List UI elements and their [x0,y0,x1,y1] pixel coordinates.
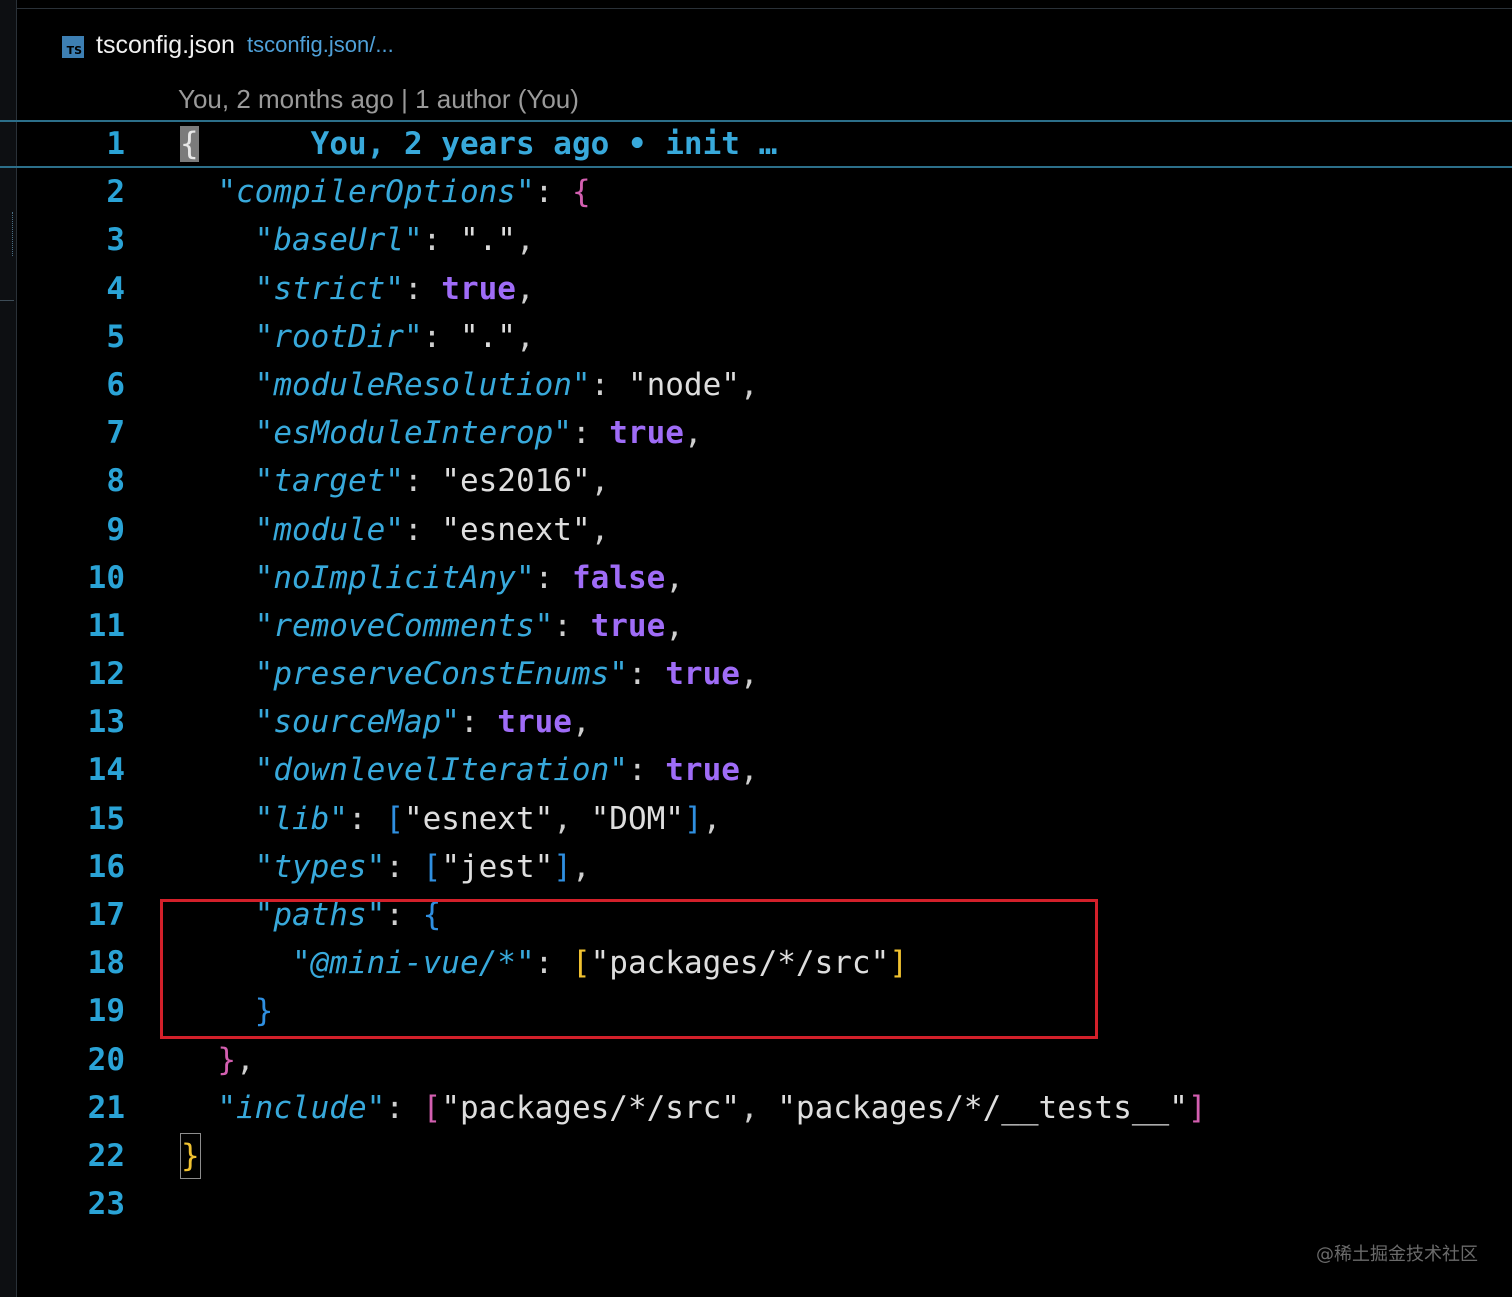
json-boolean: false [571,559,666,596]
file-name[interactable]: tsconfig.json [96,31,235,60]
git-codelens[interactable]: You, 2 months ago | 1 author (You) [178,84,579,115]
json-string: "jest" [441,848,554,885]
json-boolean: true [665,656,740,693]
line-number: 23 [87,1186,125,1223]
json-string: "DOM" [590,800,684,837]
json-boolean: true [590,607,666,644]
line-number: 12 [87,656,125,693]
line-number: 20 [87,1041,125,1078]
line-number: 7 [106,415,125,452]
json-string: "." [459,222,516,259]
typescript-file-icon: TS [62,36,84,58]
line-number: 1 [106,126,125,162]
code-line[interactable]: 4 "strict": true, [0,265,1512,313]
json-string: "packages/*/__tests__" [777,1089,1188,1126]
code-line[interactable]: 16 "types": ["jest"], [0,843,1512,891]
line-number: 14 [87,752,125,789]
json-key: "rootDir" [254,318,423,355]
json-key: "types" [254,848,386,885]
json-boolean: true [441,270,516,307]
json-boolean: true [497,704,572,741]
json-key: "target" [254,463,404,500]
line-number: 3 [106,222,125,259]
json-string: "es2016" [441,463,591,500]
json-key: "lib" [254,800,348,837]
editor-breadcrumb-bar[interactable]: TS tsconfig.json tsconfig.json/... [62,28,394,62]
code-line[interactable]: 1 { You, 2 years ago • init … [0,120,1512,169]
watermark: @稀土掘金技术社区 [1316,1244,1478,1265]
json-key: "baseUrl" [254,222,423,259]
line-number: 11 [87,607,125,644]
code-line[interactable]: 23 [0,1180,1512,1228]
matching-bracket: } [180,1132,201,1179]
divider [16,8,1512,9]
code-line[interactable]: 11 "removeComments": true, [0,602,1512,650]
json-key: "downlevelIteration" [254,752,628,789]
line-number: 4 [106,270,125,307]
annotation-highlight-box [160,899,1098,1039]
json-key: "module" [254,511,404,548]
json-string: "esnext" [403,800,554,837]
code-line[interactable]: 21 "include": ["packages/*/src", "packag… [0,1084,1512,1132]
json-boolean: true [609,415,684,452]
line-number: 15 [87,800,125,837]
json-string: "node" [627,366,740,403]
line-number: 19 [87,993,125,1030]
line-number: 16 [87,848,125,885]
code-line[interactable]: 5 "rootDir": ".", [0,313,1512,361]
json-key: "esModuleInterop" [254,415,572,452]
line-number: 6 [106,366,125,403]
code-line[interactable]: 3 "baseUrl": ".", [0,216,1512,264]
code-editor[interactable]: 1 { You, 2 years ago • init … 2 "compile… [0,120,1512,1228]
inline-blame[interactable]: You, 2 years ago • init … [311,126,778,162]
line-number: 17 [87,897,125,933]
json-string: "esnext" [441,511,591,548]
code-line[interactable]: 20 }, [0,1036,1512,1084]
file-path[interactable]: tsconfig.json/... [247,32,394,58]
line-number: 2 [106,174,125,211]
code-line[interactable]: 14 "downlevelIteration": true, [0,746,1512,794]
code-line[interactable]: 13 "sourceMap": true, [0,698,1512,746]
json-key: "moduleResolution" [254,366,591,403]
code-line[interactable]: 9 "module": "esnext", [0,506,1512,554]
line-number: 9 [106,511,125,548]
line-number: 5 [106,318,125,355]
code-line[interactable]: 7 "esModuleInterop": true, [0,409,1512,457]
code-line[interactable]: 2 "compilerOptions": { [0,168,1512,216]
line-number: 18 [87,945,125,982]
line-number: 13 [87,704,125,741]
code-line[interactable]: 6 "moduleResolution": "node", [0,361,1512,409]
code-line[interactable]: 15 "lib": ["esnext", "DOM"], [0,795,1512,843]
json-key: "noImplicitAny" [254,559,535,596]
json-key: "include" [217,1089,386,1126]
line-number: 8 [106,463,125,500]
code-line[interactable]: 22 } [0,1132,1512,1180]
json-key: "removeComments" [254,607,554,644]
code-line[interactable]: 8 "target": "es2016", [0,457,1512,505]
code-line[interactable]: 12 "preserveConstEnums": true, [0,650,1512,698]
json-key: "compilerOptions" [217,174,535,211]
json-string: "." [459,318,516,355]
line-number: 22 [87,1137,125,1174]
line-number: 21 [87,1089,125,1126]
json-string: "packages/*/src" [441,1089,740,1126]
json-key: "strict" [254,270,404,307]
code-line[interactable]: 10 "noImplicitAny": false, [0,554,1512,602]
json-boolean: true [665,752,740,789]
json-key: "sourceMap" [254,704,460,741]
json-key: "preserveConstEnums" [254,656,628,693]
cursor-brace: { [180,126,199,162]
line-number: 10 [87,559,125,596]
